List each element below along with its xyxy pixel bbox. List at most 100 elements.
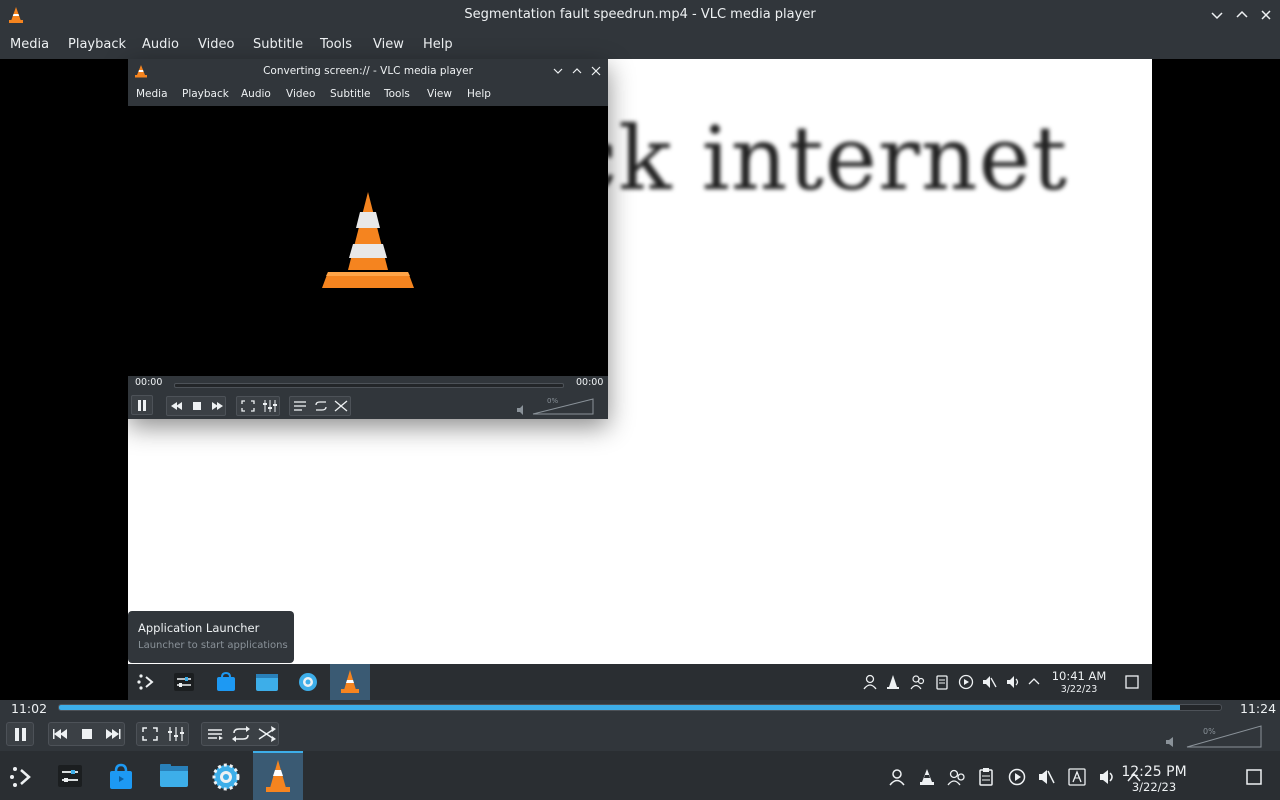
taskbar-vlc-button[interactable] <box>253 751 303 800</box>
user-icon <box>863 674 877 690</box>
window-title: Segmentation fault speedrun.mp4 - VLC me… <box>464 7 816 22</box>
main-controls: 11:02 11:24 0% <box>0 700 1280 751</box>
conv-playlist-button[interactable] <box>290 397 310 415</box>
conv-menu-audio[interactable]: Audio <box>241 83 271 105</box>
menu-tools[interactable]: Tools <box>320 30 352 59</box>
captured-tooltip: Application Launcher Launcher to start a… <box>128 611 294 663</box>
conv-close-button[interactable] <box>590 65 602 77</box>
show-desktop-icon[interactable] <box>1246 769 1262 785</box>
conv-volume-slider[interactable]: 0% <box>532 397 594 415</box>
clipboard-icon <box>935 674 949 690</box>
menu-view[interactable]: View <box>373 30 404 59</box>
captured-clock-time: 10:41 AM <box>1051 669 1107 683</box>
conv-minimize-button[interactable] <box>552 65 564 77</box>
microphone-muted-icon[interactable] <box>1037 768 1055 786</box>
conv-total-time: 00:00 <box>576 377 604 388</box>
discover-store-icon[interactable] <box>108 763 134 791</box>
menu-video[interactable]: Video <box>198 30 234 59</box>
stop-button[interactable] <box>75 723 100 745</box>
store-icon <box>215 671 237 693</box>
media-play-icon <box>958 674 974 690</box>
conv-shuffle-button[interactable] <box>331 397 351 415</box>
conv-previous-button[interactable] <box>167 397 187 415</box>
system-settings-icon <box>297 671 319 693</box>
extended-settings-button[interactable] <box>163 723 189 745</box>
loop-button[interactable] <box>228 723 254 745</box>
speaker-muted-icon[interactable] <box>1165 736 1177 748</box>
users-icon <box>910 674 926 690</box>
mic-muted-icon <box>981 674 997 690</box>
clock-date[interactable]: 3/22/23 <box>1114 780 1194 794</box>
conv-nav-group <box>166 396 226 416</box>
conv-menu-subtitle[interactable]: Subtitle <box>330 83 371 105</box>
captured-taskbar: 10:41 AM 3/22/23 <box>128 664 1152 700</box>
volume-label: 0% <box>1203 727 1216 736</box>
pause-button[interactable] <box>6 722 34 746</box>
conv-volume-label: 0% <box>547 397 559 405</box>
conv-menu-playback[interactable]: Playback <box>182 83 229 105</box>
fullscreen-button[interactable] <box>137 723 163 745</box>
main-menubar: Media Playback Audio Video Subtitle Tool… <box>0 30 1280 59</box>
total-time: 11:24 <box>1240 701 1277 716</box>
conv-view-group <box>236 396 280 416</box>
conv-seek-slider[interactable] <box>174 383 564 388</box>
user-icon[interactable] <box>888 768 906 786</box>
view-button-group <box>136 722 189 746</box>
taskbar-vlc-active <box>330 664 370 700</box>
captured-page-headline: ck internet <box>568 107 1069 210</box>
close-button[interactable] <box>1257 6 1275 24</box>
converting-video-output[interactable] <box>128 106 608 376</box>
kde-connect-icon[interactable] <box>947 768 967 786</box>
maximize-button[interactable] <box>1233 6 1251 24</box>
conv-loop-button[interactable] <box>311 397 331 415</box>
conv-menu-media[interactable]: Media <box>136 83 168 105</box>
volume-icon <box>1005 674 1021 690</box>
converting-window[interactable]: Converting screen:// - VLC media player … <box>128 59 608 419</box>
folder-icon <box>255 671 279 693</box>
previous-button[interactable] <box>49 723 74 745</box>
conv-speaker-icon[interactable] <box>516 405 526 415</box>
elapsed-time: 11:02 <box>11 701 48 716</box>
system-taskbar: 12:25 PM 3/22/23 <box>0 751 1280 800</box>
menu-help[interactable]: Help <box>423 30 453 59</box>
conv-pause-button[interactable] <box>131 395 153 415</box>
minimize-button[interactable] <box>1208 6 1226 24</box>
file-manager-icon[interactable] <box>159 763 189 789</box>
tooltip-subtitle: Launcher to start applications <box>138 640 288 651</box>
shuffle-button[interactable] <box>254 723 280 745</box>
seek-progress-fill <box>59 705 1181 710</box>
menu-media[interactable]: Media <box>10 30 49 59</box>
conv-menu-help[interactable]: Help <box>467 83 491 105</box>
vlc-tray-icon[interactable] <box>918 768 936 786</box>
captured-clock-date: 3/22/23 <box>1060 684 1098 695</box>
system-monitor-icon[interactable] <box>57 763 83 789</box>
vlc-cone-logo <box>322 188 414 292</box>
conv-maximize-button[interactable] <box>571 65 583 77</box>
system-settings-icon[interactable] <box>212 763 240 791</box>
conv-menu-video[interactable]: Video <box>286 83 315 105</box>
volume-slider[interactable]: 0% <box>1186 724 1262 748</box>
menu-subtitle[interactable]: Subtitle <box>253 30 303 59</box>
media-player-icon[interactable] <box>1008 768 1026 786</box>
application-launcher-icon[interactable] <box>9 764 35 790</box>
menu-playback[interactable]: Playback <box>68 30 126 59</box>
tooltip-title: Application Launcher <box>138 621 260 635</box>
vlc-tray-icon <box>886 674 900 690</box>
clock-time[interactable]: 12:25 PM <box>1114 764 1194 780</box>
conv-menu-tools[interactable]: Tools <box>384 83 410 105</box>
conv-fullscreen-button[interactable] <box>237 397 259 415</box>
conv-next-button[interactable] <box>207 397 227 415</box>
main-window-titlebar: Segmentation fault speedrun.mp4 - VLC me… <box>0 0 1280 30</box>
tray-expand-icon <box>1028 676 1040 686</box>
menu-audio[interactable]: Audio <box>142 30 179 59</box>
seek-slider[interactable] <box>58 704 1222 711</box>
clipboard-icon[interactable] <box>978 768 994 786</box>
playlist-button[interactable] <box>202 723 228 745</box>
conv-extended-settings-button[interactable] <box>259 397 281 415</box>
launcher-icon <box>136 672 156 692</box>
show-desktop-icon <box>1125 675 1139 689</box>
next-button[interactable] <box>100 723 125 745</box>
input-method-icon[interactable] <box>1068 768 1086 786</box>
conv-stop-button[interactable] <box>187 397 207 415</box>
conv-menu-view[interactable]: View <box>427 83 452 105</box>
